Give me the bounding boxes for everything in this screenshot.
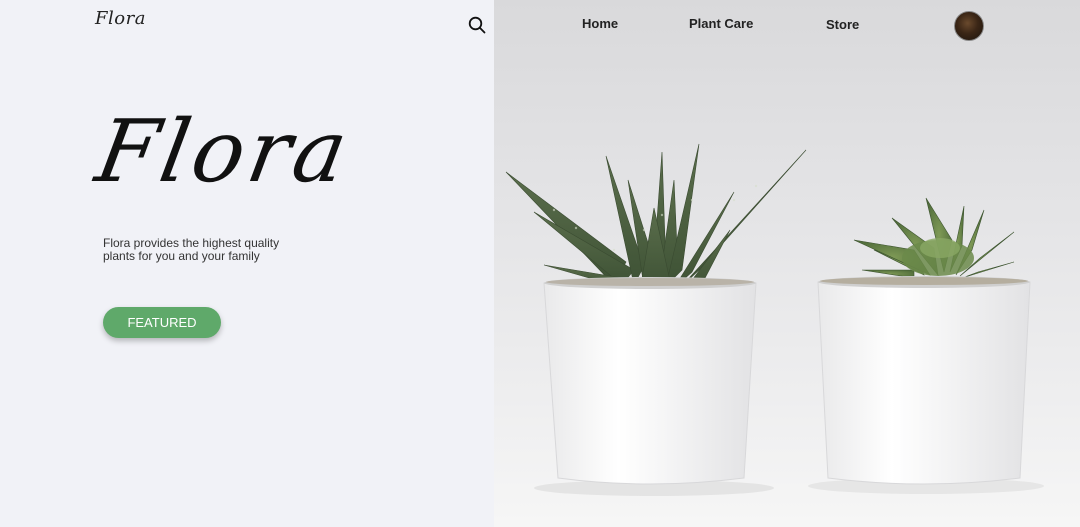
main-nav: Home Plant Care Store: [494, 0, 1080, 48]
user-avatar[interactable]: [954, 11, 984, 41]
nav-store[interactable]: Store: [826, 17, 859, 32]
search-icon[interactable]: [466, 14, 488, 36]
hero-description: Flora provides the highest quality plant…: [103, 236, 280, 263]
hero-left-panel: Flora Flora Flora provides the highest q…: [0, 0, 494, 527]
featured-button[interactable]: FEATURED: [103, 307, 221, 338]
plant-pots-image: [505, 143, 1044, 496]
nav-plant-care[interactable]: Plant Care: [689, 16, 753, 31]
hero-image-panel: Home Plant Care Store: [494, 0, 1080, 527]
hero-title: Flora: [89, 102, 359, 202]
nav-home[interactable]: Home: [582, 16, 618, 31]
brand-logo[interactable]: Flora: [95, 8, 146, 29]
